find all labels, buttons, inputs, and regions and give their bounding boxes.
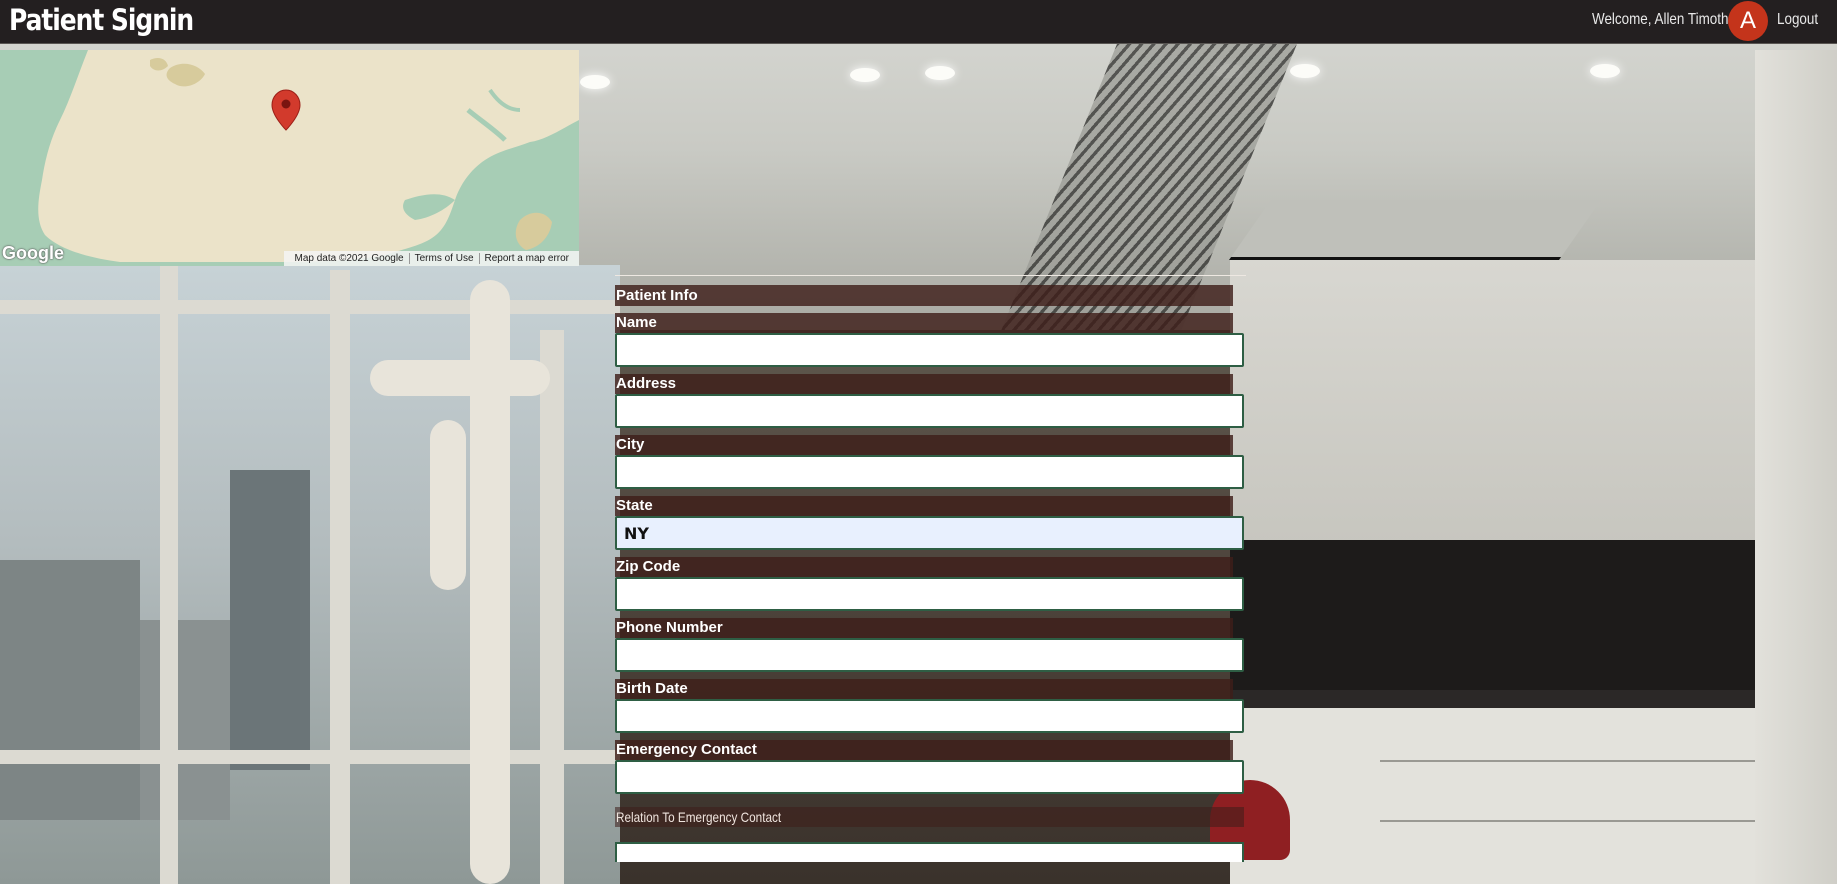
state-field[interactable] bbox=[615, 516, 1244, 550]
emergency-contact-label: Emergency Contact bbox=[615, 740, 1233, 760]
terms-of-use-link[interactable]: Terms of Use bbox=[410, 253, 479, 264]
city-field[interactable] bbox=[615, 455, 1244, 489]
birth-date-label: Birth Date bbox=[615, 679, 1233, 699]
birth-date-field[interactable] bbox=[615, 699, 1244, 733]
name-field[interactable] bbox=[615, 333, 1244, 367]
map-attribution: Map data ©2021 Google Terms of Use Repor… bbox=[284, 251, 579, 266]
section-title: Patient Info bbox=[615, 285, 1233, 306]
phone-number-label: Phone Number bbox=[615, 618, 1233, 638]
relation-field[interactable] bbox=[615, 842, 1244, 862]
report-map-error-link[interactable]: Report a map error bbox=[480, 253, 574, 264]
name-label: Name bbox=[615, 313, 1233, 333]
city-label: City bbox=[615, 435, 1233, 455]
patient-info-form: Patient Info Name Address City State Zip… bbox=[615, 275, 1246, 862]
relation-label-text: Relation To Emergency Contact bbox=[616, 809, 782, 825]
zip-code-field[interactable] bbox=[615, 577, 1244, 611]
page-title[interactable]: Patient Signin bbox=[9, 3, 194, 37]
google-logo: Google bbox=[2, 243, 64, 263]
logout-link[interactable]: Logout bbox=[1777, 11, 1818, 29]
top-navbar: Patient Signin Welcome, Allen Timothe A … bbox=[0, 0, 1837, 44]
map-data-text: Map data ©2021 Google bbox=[294, 253, 404, 264]
avatar[interactable]: A bbox=[1728, 1, 1768, 41]
relation-label: Relation To Emergency Contact bbox=[615, 807, 1244, 827]
map-canvas[interactable] bbox=[0, 50, 579, 266]
address-field[interactable] bbox=[615, 394, 1244, 428]
phone-number-field[interactable] bbox=[615, 638, 1244, 672]
map-widget[interactable]: Google Map data ©2021 Google Terms of Us… bbox=[0, 50, 579, 266]
state-label: State bbox=[615, 496, 1233, 516]
zip-code-label: Zip Code bbox=[615, 557, 1233, 577]
welcome-text: Welcome, Allen Timothe bbox=[1592, 11, 1736, 28]
address-label: Address bbox=[615, 374, 1233, 394]
emergency-contact-field[interactable] bbox=[615, 760, 1244, 794]
